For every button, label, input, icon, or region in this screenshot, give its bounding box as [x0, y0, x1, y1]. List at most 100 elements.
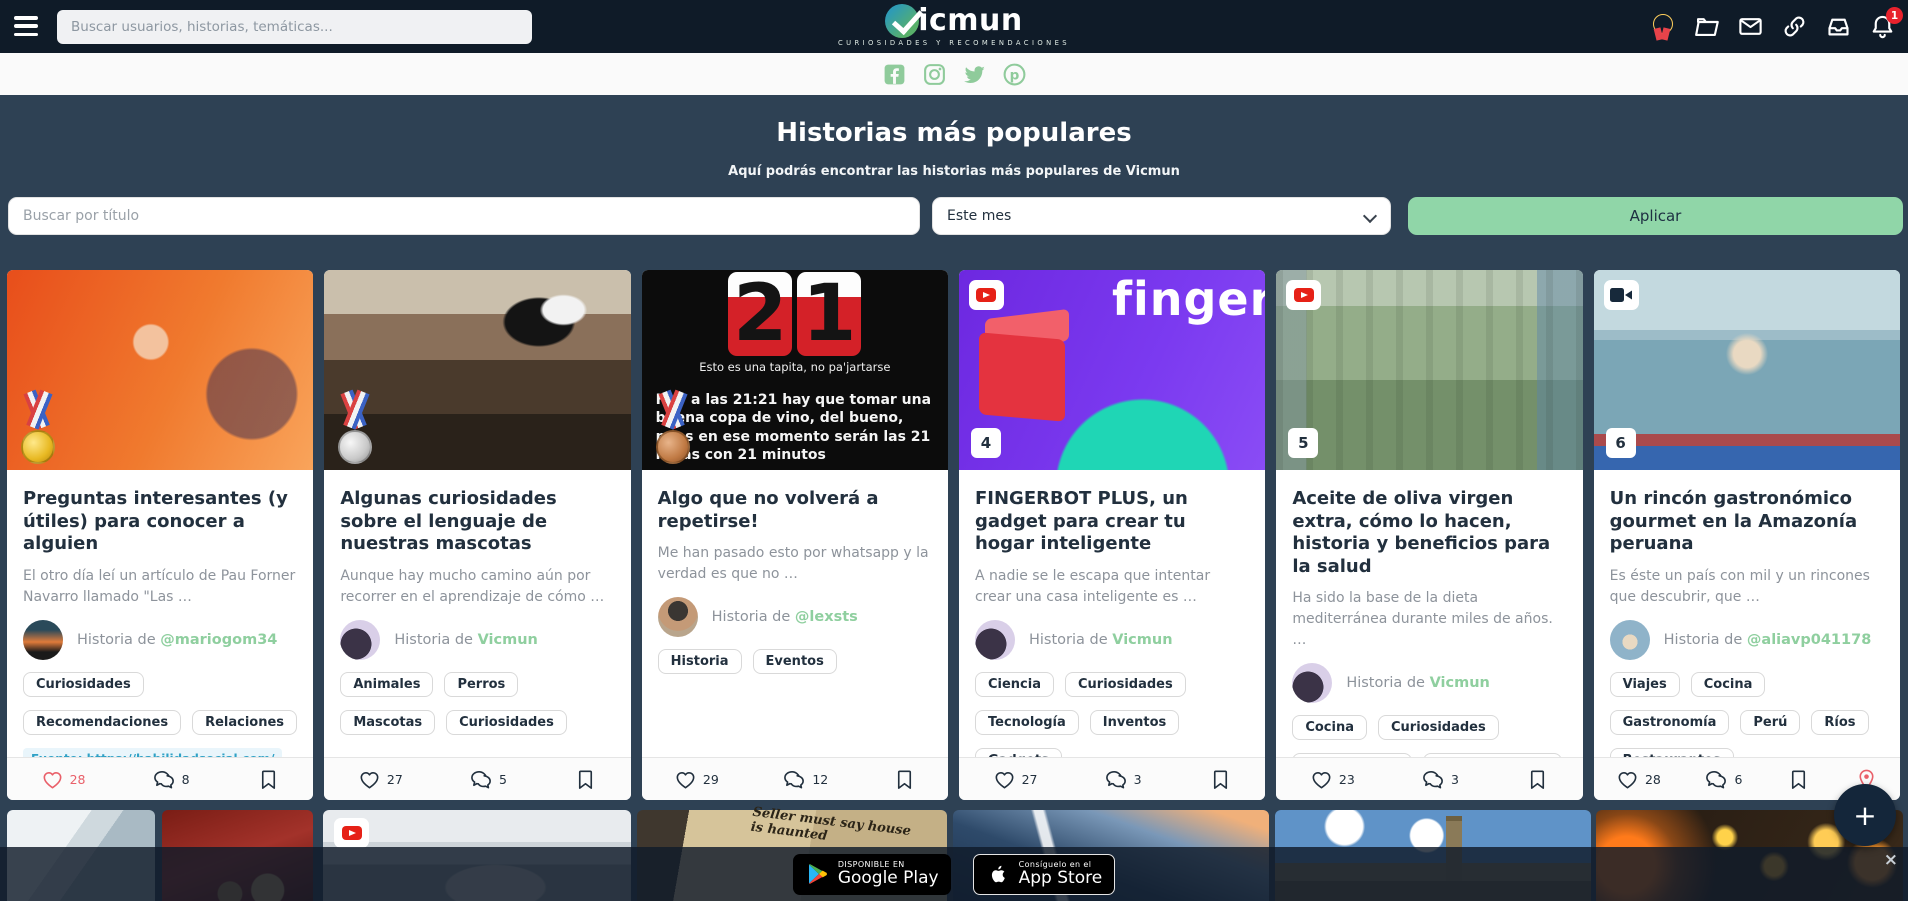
like-button[interactable]: 23 — [1310, 768, 1355, 791]
story-card[interactable]: 6 Un rincón gastronómico gourmet en la A… — [1593, 270, 1900, 800]
tag-pill[interactable]: Historia — [657, 649, 742, 674]
pinterest-icon[interactable]: p — [1002, 62, 1027, 87]
comments-icon — [1423, 770, 1443, 788]
tag-pill[interactable]: Curiosidades — [1065, 671, 1186, 697]
tag-pill[interactable]: Curiosidades — [1377, 715, 1499, 740]
comments-button[interactable]: 8 — [153, 768, 190, 791]
bookmark-button[interactable] — [893, 768, 916, 791]
author-username[interactable]: Vicmun — [478, 632, 538, 648]
comments-button[interactable]: 12 — [783, 768, 828, 791]
vicmun-logo[interactable]: icmun CURIOSIDADES Y RECOMENDACIONES — [838, 3, 1070, 47]
bookmark-button[interactable] — [1787, 768, 1810, 791]
notifications-bell-icon[interactable]: 1 — [1869, 7, 1903, 40]
bookmark-icon — [261, 770, 275, 789]
bookmark-button[interactable] — [257, 768, 280, 791]
story-title[interactable]: Algunas curiosidades sobre el lenguaje d… — [340, 488, 614, 556]
story-image[interactable]: 6 — [1593, 270, 1900, 470]
comments-icon — [1105, 770, 1126, 788]
folder-icon[interactable] — [1693, 13, 1720, 40]
gold-medal-icon — [19, 389, 57, 464]
comments-button[interactable]: 5 — [470, 768, 507, 791]
tag-pill[interactable]: Curiosidades — [23, 671, 144, 697]
tag-pill[interactable]: Eventos — [752, 649, 837, 674]
story-image[interactable]: finger 4 — [958, 270, 1266, 470]
story-title[interactable]: Un rincón gastronómico gourmet en la Ama… — [1610, 488, 1884, 556]
messages-envelope-icon[interactable] — [1737, 13, 1764, 40]
heart-icon — [995, 771, 1014, 788]
instagram-icon[interactable] — [922, 62, 947, 87]
tag-pill[interactable]: Mascotas — [340, 709, 436, 735]
apply-filter-button[interactable]: Aplicar — [1408, 197, 1903, 235]
add-story-button[interactable]: + — [1834, 784, 1896, 846]
twitter-icon[interactable] — [962, 62, 987, 87]
bookmark-button[interactable] — [1209, 768, 1232, 791]
tag-pill[interactable]: Cocina — [1292, 715, 1367, 740]
close-banner-icon[interactable]: × — [1884, 850, 1898, 870]
inbox-tray-icon[interactable] — [1825, 13, 1852, 40]
story-title[interactable]: Algo que no volverá a repetirse! — [658, 488, 932, 533]
author-username[interactable]: @aliavp041178 — [1747, 632, 1871, 648]
period-select[interactable]: Este mes — [932, 197, 1391, 235]
story-card[interactable]: 5 Aceite de oliva virgen extra, cómo lo … — [1276, 270, 1583, 800]
like-button[interactable]: 27 — [358, 768, 403, 791]
navbar-actions: 1 — [1649, 0, 1903, 53]
story-title[interactable]: FINGERBOT PLUS, un gadget para crear tu … — [975, 488, 1249, 556]
like-button[interactable]: 28 — [41, 768, 85, 791]
story-image[interactable]: 2 1 Esto es una tapita, no pa'jartarse H… — [641, 270, 948, 470]
tag-pill[interactable]: Animales — [340, 671, 434, 697]
image-21-graphic: 2 1 — [728, 272, 862, 356]
tag-pill[interactable]: Curiosidades — [446, 709, 567, 735]
tag-pill[interactable]: Viajes — [1609, 671, 1680, 697]
story-title[interactable]: Aceite de oliva virgen extra, cómo lo ha… — [1292, 488, 1566, 578]
title-search-input[interactable] — [8, 197, 920, 235]
tag-pill[interactable]: Tecnología — [974, 709, 1079, 735]
bookmark-button[interactable] — [574, 768, 597, 791]
story-image[interactable] — [324, 270, 631, 470]
link-icon[interactable] — [1781, 13, 1808, 40]
achievements-medal-icon[interactable] — [1649, 13, 1676, 41]
avatar[interactable] — [1292, 663, 1333, 703]
bookmark-button[interactable] — [1526, 768, 1549, 791]
story-card[interactable]: Preguntas interesantes (y útiles) para c… — [7, 270, 314, 800]
story-image[interactable] — [7, 270, 314, 470]
like-button[interactable]: 29 — [674, 768, 719, 791]
story-card[interactable]: finger 4 FINGERBOT PLUS, un gadget para … — [958, 270, 1266, 800]
like-button[interactable]: 27 — [993, 768, 1037, 791]
like-count: 28 — [1644, 771, 1661, 787]
tag-pill[interactable]: Ríos — [1811, 709, 1869, 735]
tag-pill[interactable]: Perros — [444, 671, 519, 697]
author-username[interactable]: @mariogom34 — [160, 632, 277, 648]
google-play-badge[interactable]: DISPONIBLE EN Google Play — [792, 853, 951, 895]
tag-pill[interactable]: Recomendaciones — [23, 709, 182, 735]
avatar[interactable] — [974, 619, 1015, 660]
tag-pill[interactable]: Relaciones — [192, 709, 298, 735]
story-image[interactable]: 5 — [1276, 270, 1583, 470]
author-username[interactable]: Vicmun — [1112, 632, 1172, 648]
tag-pill[interactable]: Perú — [1740, 709, 1801, 735]
avatar[interactable] — [1609, 619, 1650, 660]
comments-button[interactable]: 6 — [1705, 768, 1742, 791]
tag-pill[interactable]: Ciencia — [974, 671, 1054, 697]
comments-icon — [471, 770, 491, 788]
hamburger-menu-icon[interactable] — [14, 16, 38, 36]
comments-button[interactable]: 3 — [1105, 768, 1142, 791]
app-store-badge[interactable]: Consíguelo en el App Store — [972, 853, 1116, 895]
facebook-icon[interactable] — [882, 62, 907, 87]
author-username[interactable]: Vicmun — [1430, 675, 1490, 691]
avatar[interactable] — [340, 619, 381, 660]
story-title[interactable]: Preguntas interesantes (y útiles) para c… — [23, 488, 297, 556]
tag-pill[interactable]: Restaurantes — [1609, 747, 1734, 757]
story-card[interactable]: Algunas curiosidades sobre el lenguaje d… — [324, 270, 631, 800]
avatar[interactable] — [657, 597, 698, 637]
tag-pill[interactable]: Gadgets — [974, 747, 1062, 757]
author-username[interactable]: @lexsts — [795, 609, 858, 625]
avatar[interactable] — [23, 619, 63, 660]
global-search-input[interactable] — [57, 10, 532, 44]
like-button[interactable]: 28 — [1616, 768, 1661, 791]
tag-pill[interactable]: Gastronomía — [1609, 709, 1730, 735]
tag-pill[interactable]: Inventos — [1089, 709, 1180, 735]
tag-list: Ciencia Curiosidades Tecnología Inventos… — [974, 671, 1249, 757]
comments-button[interactable]: 3 — [1422, 768, 1459, 791]
tag-pill[interactable]: Cocina — [1690, 671, 1766, 697]
story-card[interactable]: 2 1 Esto es una tapita, no pa'jartarse H… — [641, 270, 948, 800]
